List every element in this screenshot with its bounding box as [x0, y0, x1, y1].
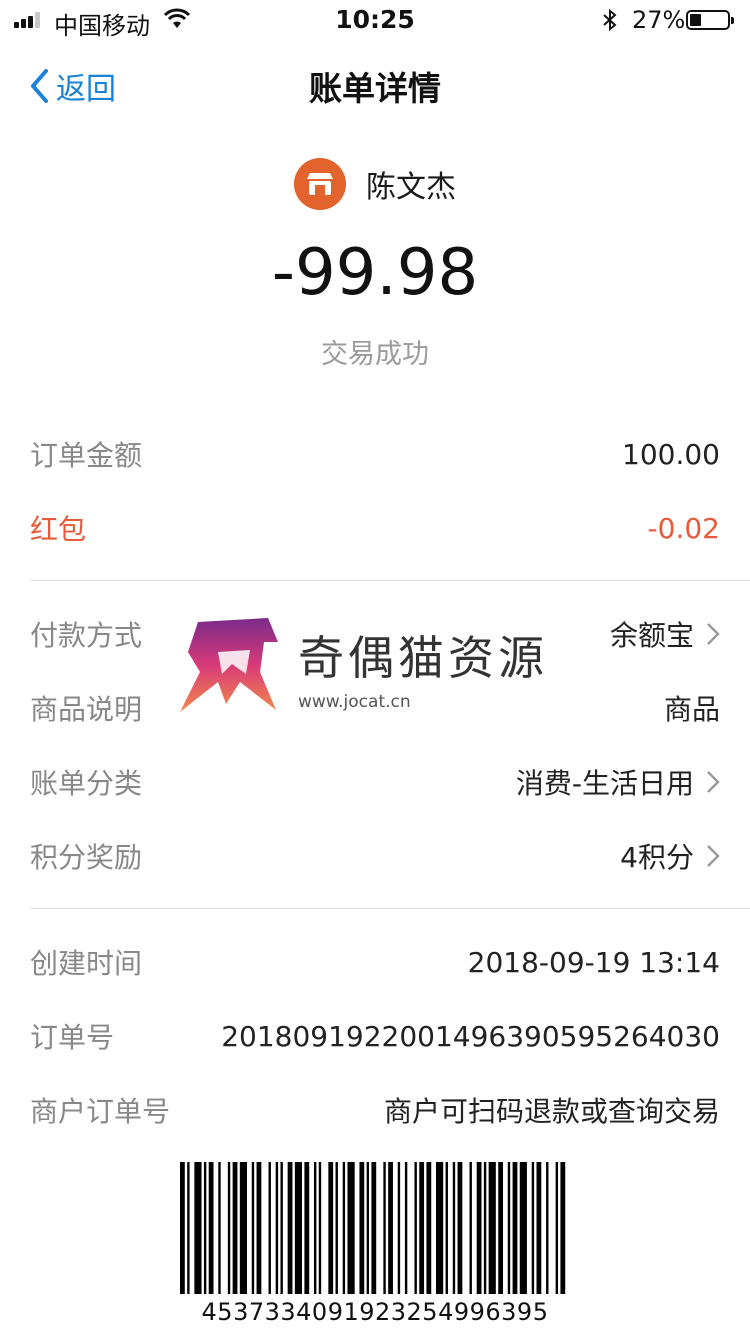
barcode-bar [227, 1162, 231, 1294]
barcode-bar [512, 1162, 518, 1294]
amount: -99.98 [271, 236, 479, 310]
barcode-bar [555, 1162, 559, 1294]
barcode-bar [328, 1162, 334, 1294]
barcode-bar [194, 1162, 202, 1294]
barcode-bar [560, 1162, 566, 1294]
divider [30, 908, 750, 909]
row-value: 余额宝 [609, 619, 694, 652]
barcode-bar [208, 1162, 214, 1294]
barcode-bar [342, 1162, 346, 1294]
page-title: 账单详情 [309, 69, 441, 108]
barcode-bar [294, 1162, 303, 1294]
barcode-bar [359, 1162, 365, 1294]
barcode-bar [275, 1162, 279, 1294]
barcode-bar [203, 1162, 207, 1294]
barcode-bar [335, 1162, 338, 1294]
barcode-bar [519, 1162, 527, 1294]
row-value: 2018091922001496390595264030 [221, 1019, 720, 1053]
barcode-bar [347, 1162, 355, 1294]
barcode-bar [371, 1162, 377, 1294]
order-amount-row: 订单金额 100.00 [30, 434, 720, 474]
barcode-bar [419, 1162, 425, 1294]
red-packet-row: 红包 -0.02 [30, 508, 720, 548]
shop-icon [294, 158, 346, 210]
bluetooth-icon [603, 8, 617, 32]
barcode-bar [383, 1162, 386, 1294]
barcode-bar [445, 1162, 448, 1294]
chevron-right-icon [707, 623, 720, 645]
row-value-wrap: 消费-生活日用 [516, 762, 720, 802]
row-value-wrap: 4积分 [620, 836, 720, 876]
chevron-right-icon [707, 845, 720, 867]
row-value: 消费-生活日用 [515, 767, 694, 800]
barcode-bar [239, 1162, 247, 1294]
barcode-bar [476, 1162, 482, 1294]
barcode-bar [304, 1162, 310, 1294]
row-label: 创建时间 [30, 947, 143, 980]
row-label: 付款方式 [30, 619, 143, 652]
row-value: -0.02 [647, 511, 720, 545]
row-label: 订单号 [30, 1021, 115, 1054]
barcode-bar [536, 1162, 542, 1294]
divider [30, 580, 750, 581]
row-label: 红包 [30, 513, 87, 546]
barcode-bar [318, 1162, 322, 1294]
barcode-bar [404, 1162, 408, 1294]
merchant-name: 陈文杰 [366, 170, 456, 205]
barcode-bar [268, 1162, 271, 1294]
barcode-bar [507, 1162, 511, 1294]
barcode-bar [452, 1162, 456, 1294]
watermark-title: 奇偶猫资源 [298, 631, 548, 685]
battery-icon [686, 10, 734, 30]
order-number-row: 订单号 2018091922001496390595264030 [30, 1016, 720, 1056]
barcode-bar [426, 1162, 432, 1294]
barcode-bar [531, 1162, 535, 1294]
barcode-bar [436, 1162, 444, 1294]
barcode-bar [366, 1162, 370, 1294]
barcode-bar [313, 1162, 317, 1294]
barcode [180, 1162, 566, 1294]
row-label: 商户订单号 [30, 1095, 171, 1128]
barcode-bar [546, 1162, 549, 1294]
merchant-header: 陈文杰 [0, 158, 750, 210]
barcode-bar [256, 1162, 262, 1294]
row-value: 100.00 [622, 437, 720, 471]
barcode-bar [483, 1162, 487, 1294]
watermark-url: www.jocat.cn [298, 692, 411, 712]
row-label: 账单分类 [30, 767, 143, 800]
points-reward-row[interactable]: 积分奖励 4积分 [30, 836, 720, 876]
barcode-bar [280, 1162, 283, 1294]
chevron-right-icon [707, 771, 720, 793]
watermark-logo-icon [180, 618, 278, 712]
barcode-bar [414, 1162, 417, 1294]
barcode-bar [397, 1162, 401, 1294]
row-value: 4积分 [620, 841, 694, 874]
row-value: 商户可扫码退款或查询交易 [383, 1095, 720, 1128]
barcode-bar [232, 1162, 238, 1294]
barcode-bar [251, 1162, 255, 1294]
row-label: 商品说明 [30, 693, 143, 726]
row-label: 订单金额 [30, 439, 143, 472]
barcode-bar [457, 1162, 463, 1294]
barcode-bar [498, 1162, 504, 1294]
bill-category-row[interactable]: 账单分类 消费-生活日用 [30, 762, 720, 802]
barcode-number: 4537334091923254996395 [201, 1298, 549, 1326]
row-value: 商品 [663, 693, 720, 726]
row-value-wrap: 余额宝 [610, 614, 720, 654]
barcode-bar [218, 1162, 221, 1294]
row-value: 2018-09-19 13:14 [467, 945, 720, 979]
barcode-bar [180, 1162, 185, 1294]
battery-percent: 27% [632, 6, 686, 34]
barcode-bar [488, 1162, 496, 1294]
row-label: 积分奖励 [30, 841, 143, 874]
barcode-bar [287, 1162, 293, 1294]
barcode-bar [187, 1162, 190, 1294]
merchant-order-number-row: 商户订单号 商户可扫码退款或查询交易 [30, 1090, 720, 1130]
transaction-status: 交易成功 [321, 339, 429, 370]
barcode-bar [388, 1162, 393, 1294]
barcode-bar [469, 1162, 472, 1294]
created-time-row: 创建时间 2018-09-19 13:14 [30, 942, 720, 982]
status-bar: 中国移动 10:25 27% [0, 0, 750, 40]
watermark: 奇偶猫资源 www.jocat.cn [178, 612, 578, 722]
